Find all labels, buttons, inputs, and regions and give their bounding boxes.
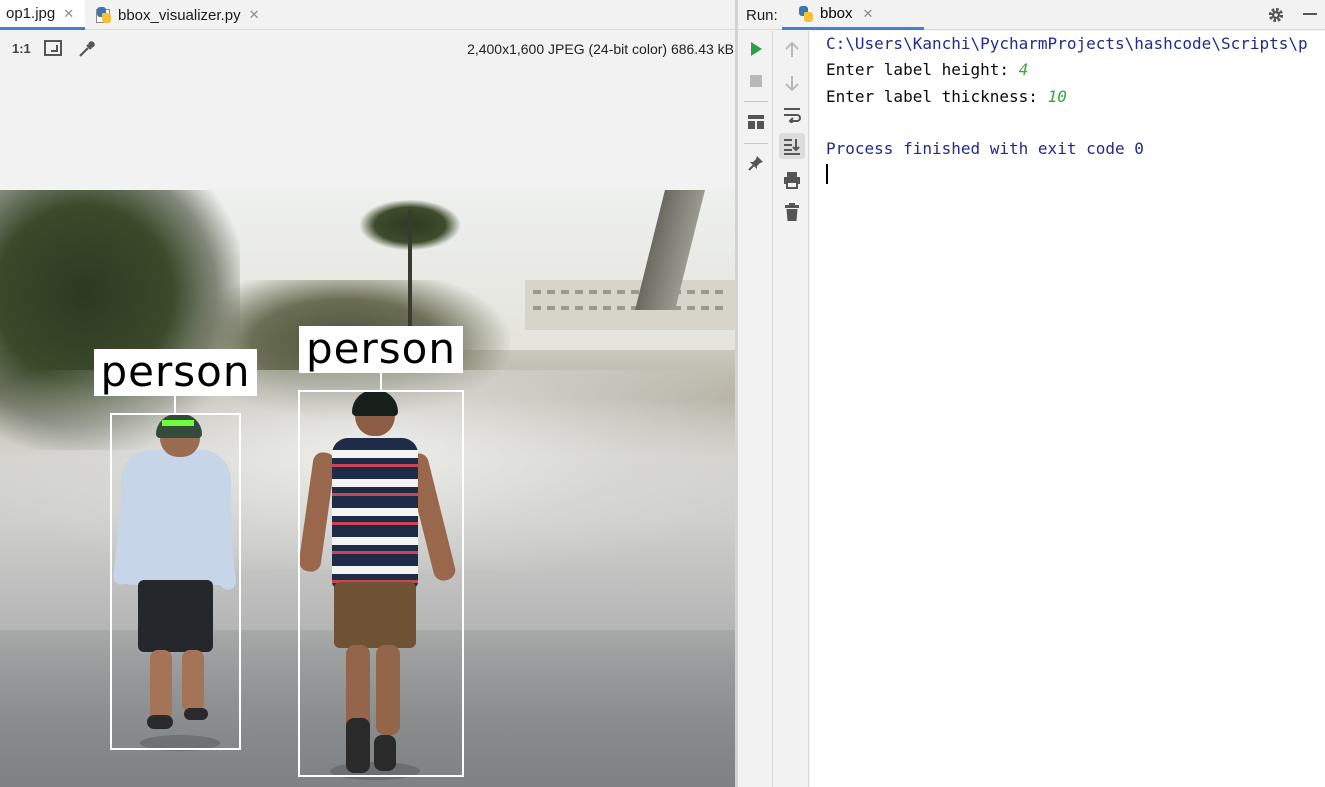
tab-label: bbox_visualizer.py	[118, 6, 241, 24]
fit-to-window-icon[interactable]	[44, 40, 62, 56]
trash-icon[interactable]	[779, 199, 805, 225]
console-path-line: C:\Users\Kanchi\PycharmProjects\hashcode…	[826, 34, 1308, 53]
console-line: Enter label height: 4	[826, 60, 1028, 79]
separator	[744, 143, 768, 144]
image-editor-pane: op1.jpg ✕ bbox_visualizer.py ✕ 1:1 2,400…	[0, 0, 737, 787]
console-output[interactable]: C:\Users\Kanchi\PycharmProjects\hashcode…	[810, 31, 1325, 787]
console-input-value: 4	[1018, 60, 1029, 79]
run-tab-bbox[interactable]: bbox ✕	[782, 0, 924, 30]
run-header: Run: bbox ✕	[738, 0, 1325, 30]
bounding-box	[298, 390, 464, 777]
color-picker-icon[interactable]	[77, 39, 97, 59]
python-icon	[798, 5, 814, 22]
image-toolbar: 1:1 2,400x1,600 JPEG (24-bit color) 686.…	[0, 31, 737, 67]
tab-op1-jpg[interactable]: op1.jpg ✕	[0, 0, 85, 30]
rerun-icon[interactable]	[743, 36, 769, 62]
minimize-icon[interactable]	[1303, 13, 1317, 15]
close-icon[interactable]: ✕	[863, 6, 874, 22]
run-tab-label: bbox	[820, 5, 853, 22]
bounding-box	[110, 413, 241, 750]
bbox-label: person	[299, 326, 463, 373]
close-icon[interactable]: ✕	[249, 7, 260, 23]
run-tool-window: Run: bbox ✕ C:\Users\Kanchi\PycharmProje…	[738, 0, 1325, 787]
console-prompt: Enter label thickness:	[826, 87, 1048, 106]
photo-palm-trunk	[408, 210, 412, 330]
down-arrow-icon[interactable]	[779, 70, 805, 96]
tab-label: op1.jpg	[6, 5, 56, 22]
soft-wrap-icon[interactable]	[779, 102, 805, 128]
editor-tab-bar: op1.jpg ✕ bbox_visualizer.py ✕	[0, 0, 737, 30]
console-input-value: 10	[1047, 87, 1067, 106]
layout-icon[interactable]	[743, 109, 769, 135]
bbox-label: person	[94, 349, 257, 396]
text-caret	[826, 164, 828, 184]
console-line: Enter label thickness: 10	[826, 87, 1067, 106]
run-title: Run:	[746, 7, 778, 24]
console-toolbar	[774, 31, 809, 787]
scroll-to-end-icon[interactable]	[779, 133, 805, 159]
close-icon[interactable]: ✕	[63, 6, 74, 22]
bbox-label-connector	[174, 395, 176, 415]
tab-bbox-visualizer-py[interactable]: bbox_visualizer.py ✕	[96, 0, 271, 30]
photo-building	[525, 280, 735, 330]
console-exit-line: Process finished with exit code 0	[826, 139, 1144, 158]
stop-icon[interactable]	[743, 68, 769, 94]
up-arrow-icon[interactable]	[779, 37, 805, 63]
gear-icon[interactable]	[1267, 6, 1285, 24]
python-file-icon	[96, 7, 112, 23]
print-icon[interactable]	[779, 167, 805, 193]
bbox-label-connector	[380, 372, 382, 392]
pin-icon[interactable]	[743, 150, 769, 176]
console-prompt: Enter label height:	[826, 60, 1019, 79]
run-actions-toolbar	[738, 31, 773, 787]
separator	[744, 101, 768, 102]
image-info-text: 2,400x1,600 JPEG (24-bit color) 686.43 k…	[467, 41, 734, 57]
image-canvas[interactable]: person person	[0, 190, 735, 787]
ide-window: op1.jpg ✕ bbox_visualizer.py ✕ 1:1 2,400…	[0, 0, 1325, 787]
actual-size-button[interactable]: 1:1	[12, 41, 31, 56]
